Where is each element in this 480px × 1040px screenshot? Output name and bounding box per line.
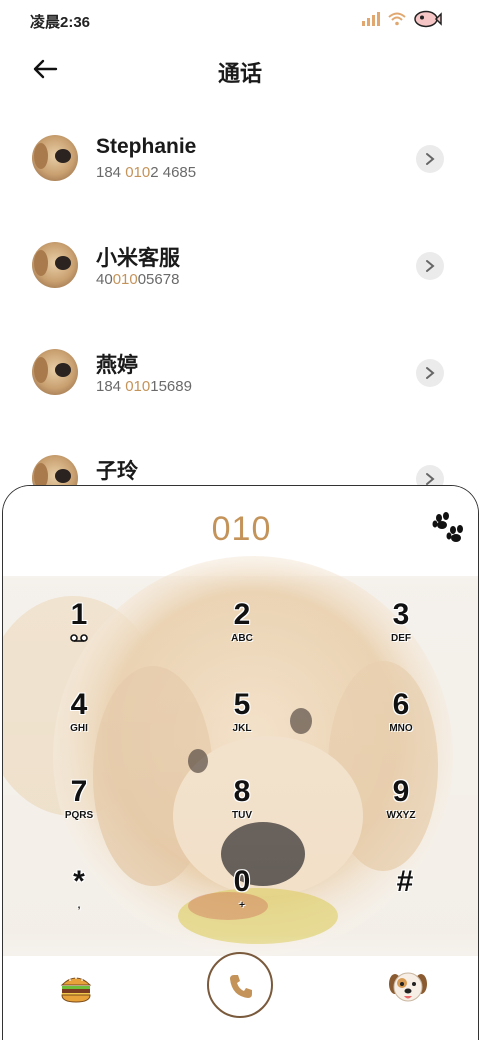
key-2[interactable]: 2 ABC (202, 599, 282, 659)
chevron-right-icon (426, 153, 435, 165)
chevron-right-icon (426, 260, 435, 272)
status-icons (362, 10, 442, 28)
key-8[interactable]: 8 TUV (202, 776, 282, 836)
key-9[interactable]: 9 WXYZ (361, 776, 441, 836)
contact-item[interactable]: 燕婷 184 01015689 (0, 349, 480, 429)
dog-face-icon[interactable] (389, 970, 427, 1004)
contact-name: Stephanie (96, 135, 197, 158)
contact-number: 4001005678 (96, 271, 180, 288)
key-5[interactable]: 5 JKL (202, 689, 282, 749)
chevron-right-icon (426, 473, 435, 485)
contact-number: 184 01015689 (96, 378, 192, 395)
contact-detail-button[interactable] (416, 252, 444, 280)
key-hash[interactable]: # (365, 866, 445, 926)
chevron-right-icon (426, 367, 435, 379)
key-6[interactable]: 6 MNO (361, 689, 441, 749)
contact-item[interactable]: 小米客服 4001005678 (0, 242, 480, 322)
key-7[interactable]: 7 PQRS (39, 776, 119, 836)
avatar (32, 349, 78, 395)
contact-name: 燕婷 (96, 354, 138, 377)
paw-icon[interactable] (431, 512, 465, 544)
dialed-number: 010 (211, 510, 272, 548)
contact-name: 子玲 (96, 460, 138, 483)
battery-fish-icon (414, 10, 442, 28)
wifi-icon (388, 12, 406, 26)
signal-icon (362, 12, 380, 26)
avatar (32, 135, 78, 181)
contact-number: 184 0102 4685 (96, 164, 197, 181)
status-bar: 凌晨2:36 (0, 0, 480, 40)
header: 通话 (0, 50, 480, 90)
contact-detail-button[interactable] (416, 359, 444, 387)
page-title: 通话 (217, 61, 262, 86)
key-star[interactable]: * , (39, 866, 119, 926)
contact-item[interactable]: Stephanie 184 0102 4685 (0, 135, 480, 215)
key-1[interactable]: 1 (39, 599, 119, 659)
avatar (32, 242, 78, 288)
status-time: 凌晨2:36 (30, 14, 91, 31)
key-3[interactable]: 3 DEF (361, 599, 441, 659)
contact-detail-button[interactable] (416, 145, 444, 173)
voicemail-icon (70, 634, 88, 642)
phone-icon (230, 975, 252, 998)
call-button[interactable] (207, 952, 273, 1018)
dialer-panel: 010 1 2 ABC 3 DEF 4 GHI 5 JKL 6 MNO 7 PQ… (2, 485, 479, 1040)
contact-name: 小米客服 (96, 247, 180, 270)
burger-icon[interactable] (59, 971, 93, 1005)
key-0[interactable]: 0 + (202, 866, 282, 926)
key-4[interactable]: 4 GHI (39, 689, 119, 749)
